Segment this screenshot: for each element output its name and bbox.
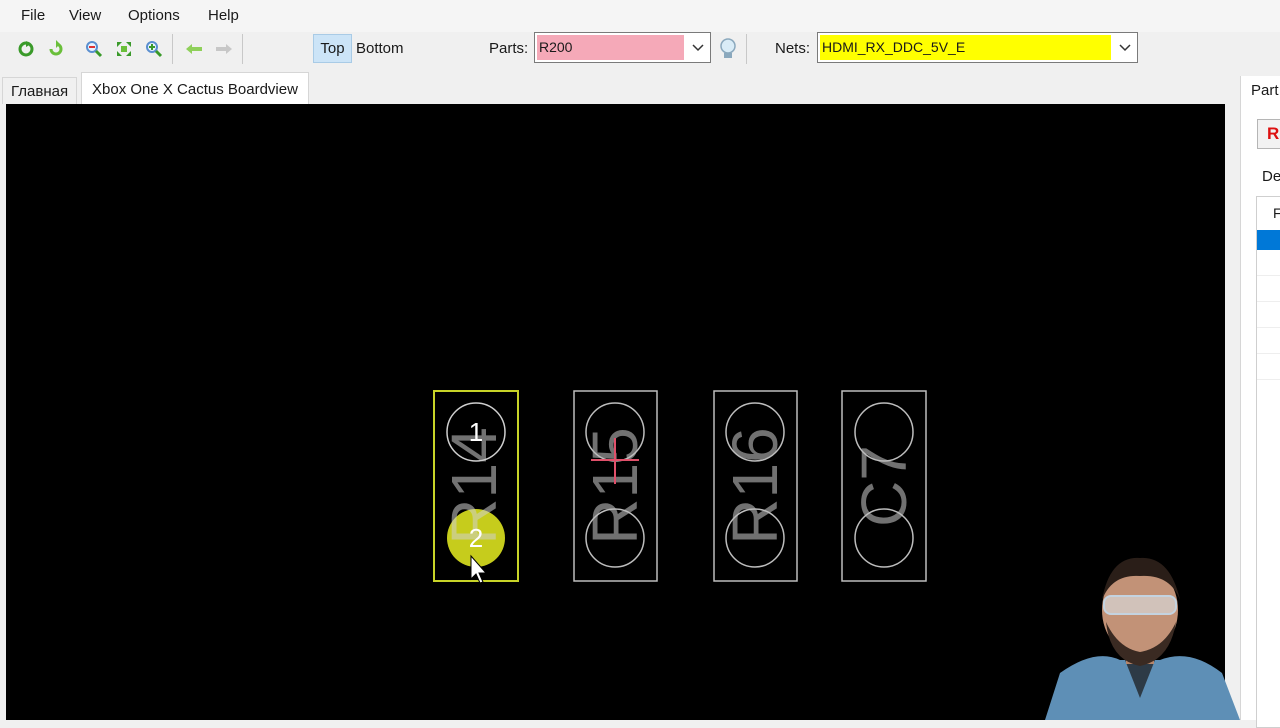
pin-number: 2 — [469, 523, 483, 553]
zoom-out-icon[interactable] — [83, 38, 105, 60]
table-row[interactable] — [1257, 275, 1280, 276]
toolbar-separator — [242, 34, 243, 64]
nets-label: Nets: — [775, 40, 811, 57]
table-row[interactable] — [1257, 327, 1280, 328]
pin-number: 1 — [469, 417, 483, 447]
parts-combobox[interactable]: R200 — [534, 32, 711, 63]
toolbar-separator — [746, 34, 747, 64]
nets-input[interactable]: HDMI_RX_DDC_5V_E — [820, 35, 1111, 60]
table-row[interactable] — [1257, 301, 1280, 302]
top-side-button[interactable]: Top — [313, 34, 352, 63]
chevron-down-icon[interactable] — [1113, 33, 1137, 62]
component-ref: C7 — [848, 445, 920, 527]
tab-part-info[interactable]: Part — [1251, 82, 1279, 99]
bottom-side-button[interactable]: Bottom — [356, 34, 416, 63]
nets-combobox[interactable]: HDMI_RX_DDC_5V_E — [817, 32, 1138, 63]
toolbar: Top Bottom Parts: R200 Nets: HDMI_RX_DDC… — [0, 32, 1280, 68]
back-arrow-icon[interactable] — [183, 38, 205, 60]
part-ref-button[interactable]: R — [1257, 119, 1280, 149]
document-tabs: Главная Xbox One X Cactus Boardview — [0, 68, 1240, 104]
details-label: De — [1262, 168, 1280, 185]
table-row[interactable] — [1257, 379, 1280, 380]
part-info-panel: Part R De F — [1240, 76, 1280, 728]
component-c7[interactable]: C7 — [841, 390, 927, 582]
parts-input[interactable]: R200 — [537, 35, 684, 60]
menu-bar: File View Options Help — [0, 0, 1280, 32]
chevron-down-icon[interactable] — [686, 33, 710, 62]
grid-header: F — [1273, 205, 1280, 221]
component-r14[interactable]: R14 1 2 — [433, 390, 519, 582]
reload-icon[interactable] — [15, 38, 37, 60]
selected-row[interactable] — [1257, 230, 1280, 250]
refresh-icon[interactable] — [45, 38, 67, 60]
menu-help[interactable]: Help — [208, 7, 239, 24]
component-r16[interactable]: R16 — [713, 390, 798, 582]
zoom-in-icon[interactable] — [143, 38, 165, 60]
menu-file[interactable]: File — [21, 7, 45, 24]
tab-boardview[interactable]: Xbox One X Cactus Boardview — [81, 72, 309, 104]
forward-arrow-icon[interactable] — [213, 38, 235, 60]
lightbulb-icon[interactable] — [717, 37, 739, 61]
menu-options[interactable]: Options — [128, 7, 180, 24]
parts-label: Parts: — [489, 40, 529, 57]
menu-view[interactable]: View — [69, 7, 101, 24]
webcam-overlay — [1040, 548, 1240, 720]
tab-home[interactable]: Главная — [2, 77, 78, 104]
component-ref: R16 — [719, 427, 791, 544]
toolbar-separator — [172, 34, 173, 64]
component-r15[interactable]: R15 — [573, 390, 658, 582]
fit-view-icon[interactable] — [113, 38, 135, 60]
table-row[interactable] — [1257, 353, 1280, 354]
pin-grid[interactable]: F — [1256, 196, 1280, 728]
